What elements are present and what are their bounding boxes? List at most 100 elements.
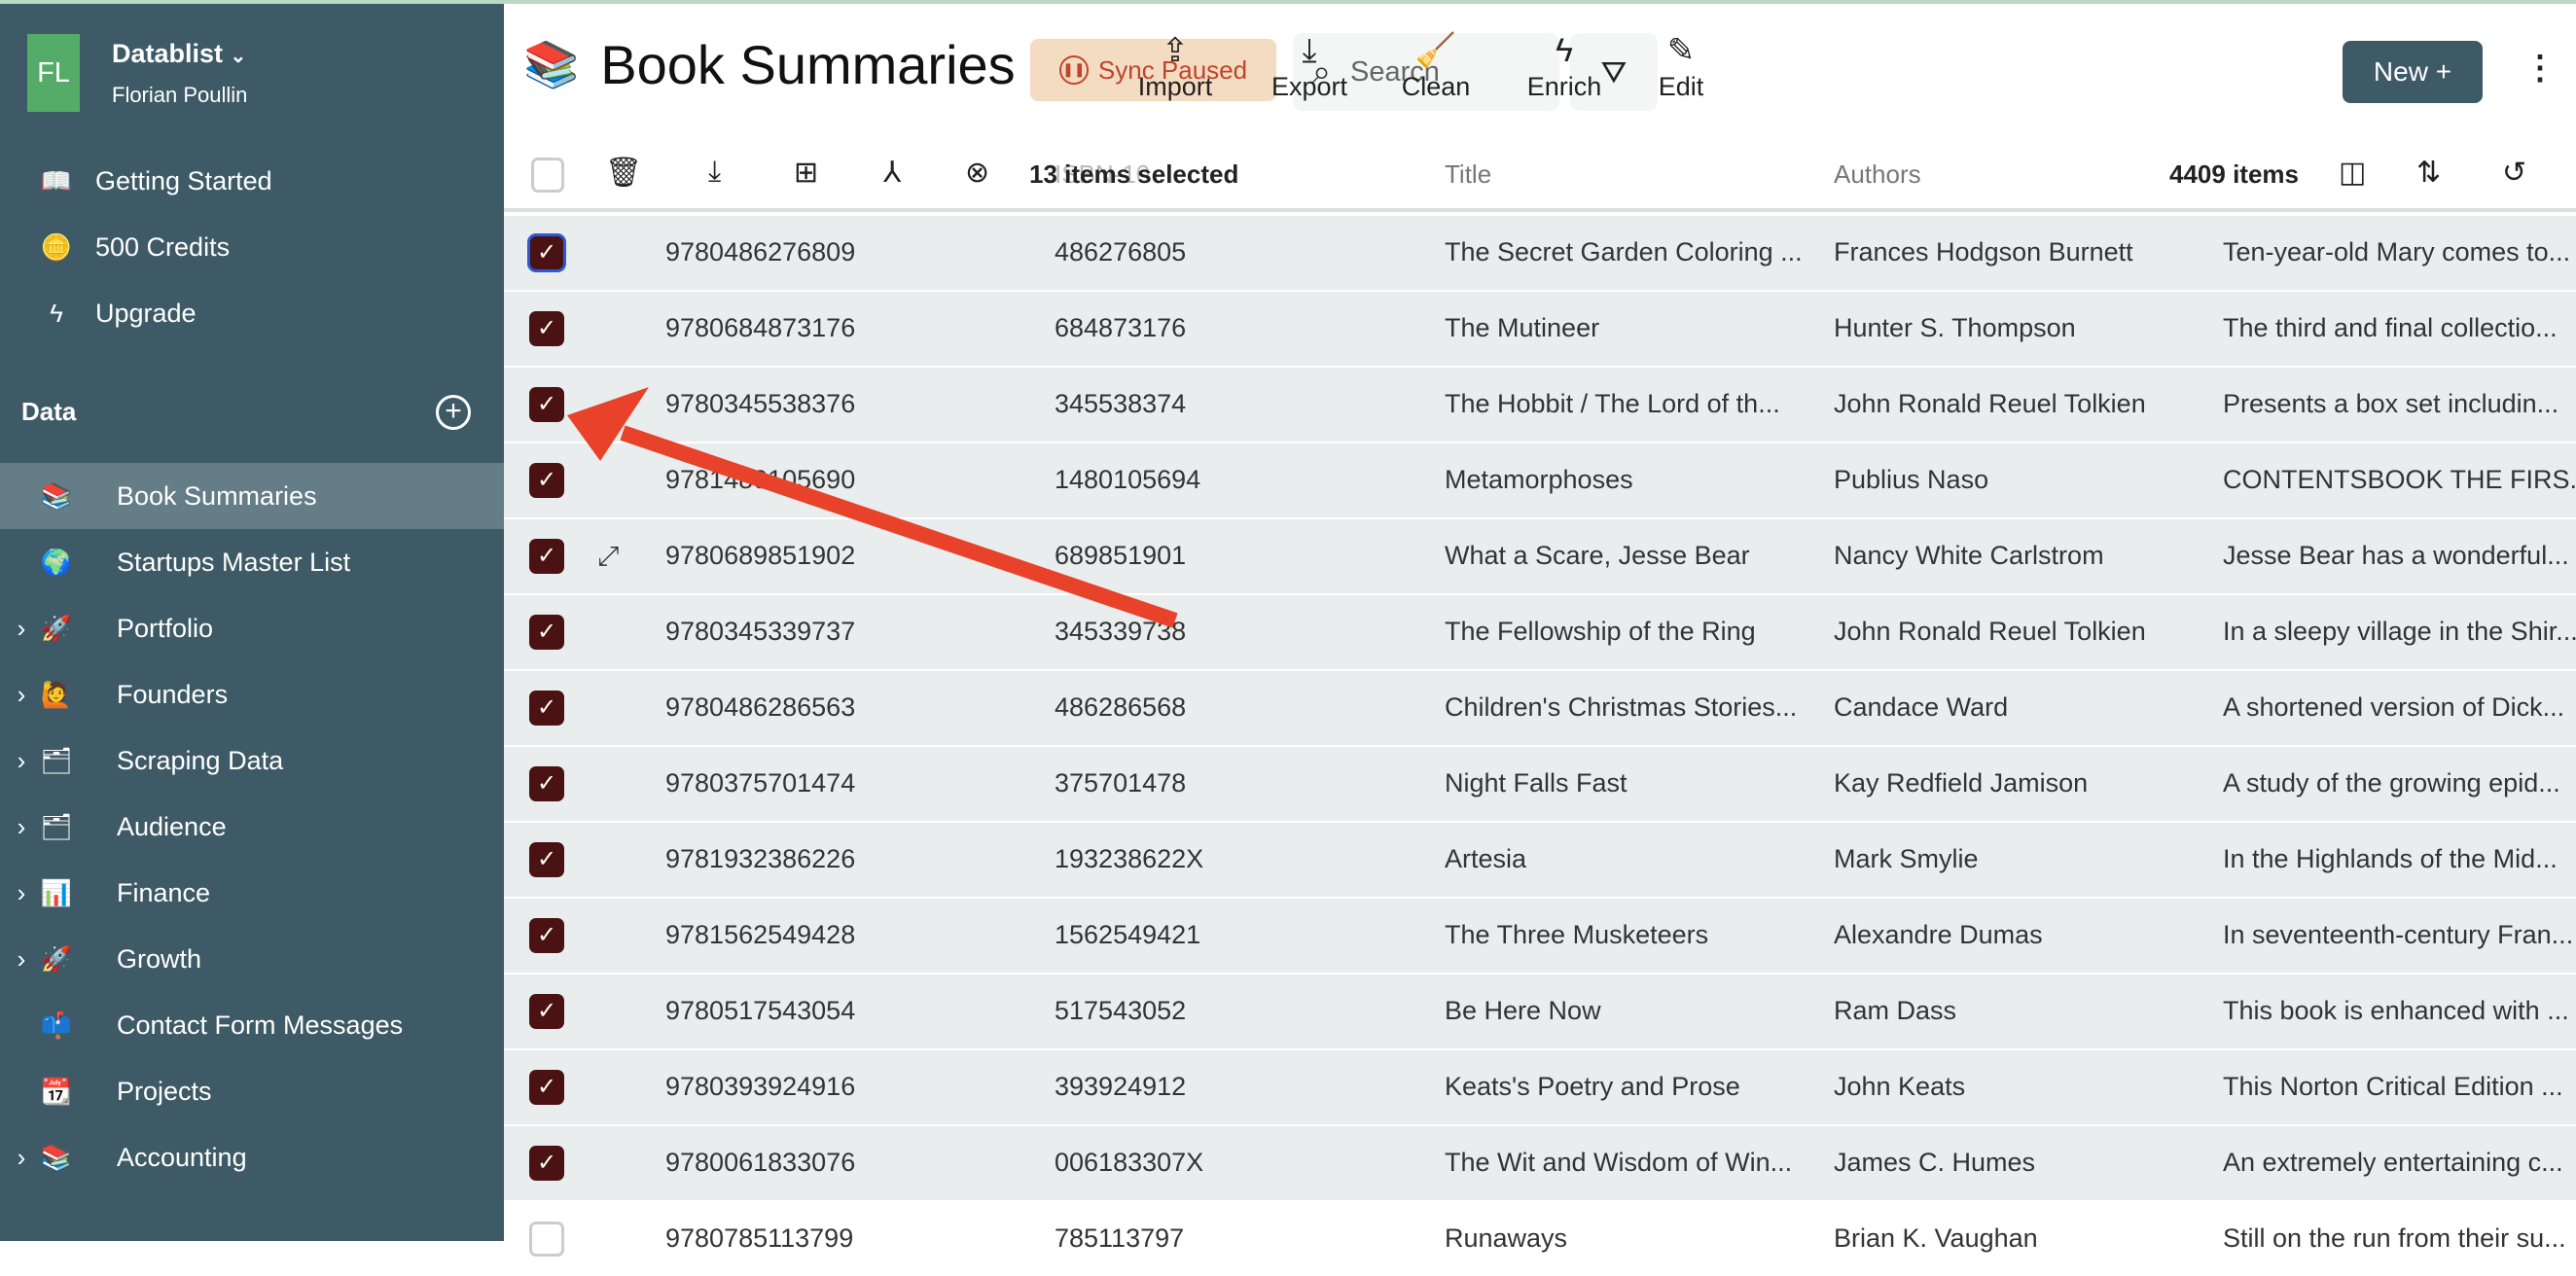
cell-isbn13: 9780684873176 (665, 313, 856, 342)
table-row[interactable]: ✓ ⤢ 9780689851902 689851901 What a Scare, Je… (504, 519, 2576, 593)
more-options-icon[interactable]: ⋮ (2523, 49, 2557, 88)
enrich-button[interactable]: ϟ Enrich (1511, 29, 1618, 102)
enrich-label: Enrich (1526, 72, 1602, 101)
new-button[interactable]: New + (2343, 41, 2483, 103)
cell-isbn10: 1562549421 (1055, 920, 1201, 949)
sidebar-dataset-growth[interactable]: › 🚀 Growth (0, 926, 504, 992)
table-row[interactable]: 9780785113799 785113797 Runaways Brian K. V… (504, 1202, 2576, 1276)
row-checkbox[interactable]: ✓ (529, 539, 564, 574)
column-header-authors[interactable]: Authors (1834, 160, 1921, 190)
cell-isbn10: 689851901 (1055, 541, 1187, 570)
select-all-checkbox[interactable] (531, 158, 564, 193)
chevron-right-icon: › (17, 679, 26, 709)
chevron-right-icon: › (17, 811, 26, 841)
table-toolbar: 🗑 ⤓ ⊞ ⅄ ⊗ ISBN-10 13 items selected Titl… (504, 140, 2576, 212)
sidebar-dataset-portfolio[interactable]: › 🚀 Portfolio (0, 595, 504, 661)
sidebar-dataset-scraping-data[interactable]: › 🗂 Scraping Data (0, 727, 504, 794)
dataset-label: Contact Form Messages (117, 1010, 404, 1040)
row-checkbox[interactable]: ✓ (527, 233, 566, 272)
coins-icon: 🪙 (40, 231, 73, 262)
sidebar-dataset-finance[interactable]: › 📊 Finance (0, 860, 504, 926)
cell-description: The third and final collectio... (2223, 313, 2558, 342)
import-button[interactable]: ⇪ Import (1122, 29, 1229, 102)
sort-icon[interactable]: ⇅ (2416, 156, 2441, 190)
sidebar-dataset-startups-master-list[interactable]: 🌍 Startups Master List (0, 529, 504, 595)
sidebar-dataset-accounting[interactable]: › 📚 Accounting (0, 1124, 504, 1190)
cell-isbn10: 345538374 (1055, 389, 1187, 418)
nav-item-upgrade[interactable]: ϟ Upgrade (0, 280, 504, 346)
row-checkbox[interactable]: ✓ (529, 387, 564, 422)
row-checkbox[interactable]: ✓ (529, 918, 564, 953)
edit-label: Edit (1658, 72, 1704, 101)
table-row[interactable]: ✓ 9780375701474 375701478 Night Falls Fast K… (504, 747, 2576, 821)
row-checkbox[interactable]: ✓ (529, 766, 564, 801)
table-row[interactable]: ✓ 9780345339737 345339738 The Fellowship of… (504, 595, 2576, 669)
table-row[interactable]: ✓ 9780345538376 345538374 The Hobbit / The … (504, 368, 2576, 442)
nav-item-label: Getting Started (95, 165, 272, 195)
cell-isbn13: 9780517543054 (665, 996, 856, 1025)
cell-description: Ten-year-old Mary comes to... (2223, 237, 2571, 266)
cell-authors: Candace Ward (1834, 692, 2009, 722)
main: 📚 Book Summaries ❚❚ Sync Paused ⌕ Search ⛛… (504, 0, 2576, 1276)
expand-icon[interactable]: ⤢ (597, 541, 619, 573)
table-row[interactable]: ✓ 9781932386226 193238622X Artesia Mark Smyl… (504, 823, 2576, 897)
table-row[interactable]: ✓ 9780393924916 393924912 Keats's Poetry an… (504, 1050, 2576, 1124)
row-checkbox[interactable]: ✓ (529, 463, 564, 498)
cell-title: The Hobbit / The Lord of th... (1445, 389, 1780, 418)
sidebar-dataset-book-summaries[interactable]: 📚 Book Summaries (0, 463, 504, 529)
row-checkbox[interactable]: ✓ (529, 842, 564, 877)
cloud-download-icon[interactable]: ⤓ (708, 156, 721, 189)
folder-plus-icon[interactable]: ⊞ (794, 156, 818, 190)
nav-item-getting-started[interactable]: 📖 Getting Started (0, 148, 504, 214)
cell-description: Still on the run from their su... (2223, 1223, 2566, 1253)
sidebar-dataset-contact-form-messages[interactable]: 📫 Contact Form Messages (0, 992, 504, 1058)
cell-title: The Fellowship of the Ring (1445, 617, 1756, 646)
cell-isbn13: 9781480105690 (665, 465, 856, 494)
cell-authors: Ram Dass (1834, 996, 1957, 1025)
row-checkbox[interactable]: ✓ (529, 1070, 564, 1105)
table-row[interactable]: ✓ 9780486286563 486286568 Children's Christ… (504, 671, 2576, 745)
columns-icon[interactable]: ◫ (2339, 156, 2366, 190)
book-icon: 📖 (40, 165, 73, 195)
sidebar-dataset-audience[interactable]: › 🗂 Audience (0, 794, 504, 860)
table-row[interactable]: ✓ 9780517543054 517543052 Be Here Now Ram Da… (504, 975, 2576, 1048)
edit-button[interactable]: ✎ Edit (1628, 29, 1735, 102)
sidebar-dataset-founders[interactable]: › 🙋 Founders (0, 661, 504, 727)
row-checkbox[interactable]: ✓ (529, 691, 564, 726)
cell-description: An extremely entertaining c... (2223, 1148, 2563, 1177)
item-count: 4409 items (2169, 160, 2299, 189)
table-row[interactable]: ✓ 9781562549428 1562549421 The Three Musket… (504, 899, 2576, 973)
row-checkbox[interactable]: ✓ (529, 994, 564, 1029)
export-label: Export (1270, 72, 1348, 101)
merge-icon[interactable]: ⅄ (883, 156, 901, 190)
column-header-title[interactable]: Title (1445, 160, 1491, 190)
workspace-switcher[interactable]: FL Datablist ⌄ Florian Poullin (27, 34, 247, 112)
row-checkbox[interactable] (529, 1222, 564, 1257)
row-checkbox[interactable]: ✓ (529, 615, 564, 650)
dataset-emoji-icon: 🗂 (40, 811, 73, 841)
table-row[interactable]: ✓ 9780061833076 006183307X The Wit and Wisd… (504, 1126, 2576, 1200)
dataset-emoji-icon: 📊 (40, 877, 73, 907)
pause-icon: ❚❚ (1058, 55, 1089, 85)
page-title: Book Summaries (600, 34, 1016, 95)
clean-button[interactable]: 🧹 Clean (1382, 29, 1489, 102)
add-dataset-icon[interactable]: + (436, 395, 471, 430)
trash-icon[interactable]: 🗑 (605, 156, 642, 190)
dataset-label: Founders (117, 679, 229, 709)
table-row[interactable]: ✓ 9780486276809 486276805 The Secret Garden… (504, 216, 2576, 290)
table-row[interactable]: ✓ 9781480105690 1480105694 Metamorphoses Pub… (504, 443, 2576, 517)
cell-authors: Nancy White Carlstrom (1834, 541, 2104, 570)
dataset-label: Growth (117, 943, 202, 974)
sidebar-dataset-projects[interactable]: 📆 Projects (0, 1058, 504, 1124)
cell-authors: Kay Redfield Jamison (1834, 768, 2089, 798)
deselect-icon[interactable]: ⊗ (965, 156, 989, 190)
row-checkbox[interactable]: ✓ (529, 311, 564, 346)
row-checkbox[interactable]: ✓ (529, 1146, 564, 1181)
cell-title: Keats's Poetry and Prose (1445, 1072, 1740, 1101)
history-icon[interactable]: ↺ (2502, 156, 2526, 190)
cell-isbn10: 785113797 (1055, 1223, 1185, 1253)
export-button[interactable]: ⤓ Export (1256, 29, 1363, 102)
table-row[interactable]: ✓ 9780684873176 684873176 The Mutineer Hunte… (504, 292, 2576, 366)
nav-item-500-credits[interactable]: 🪙 500 Credits (0, 214, 504, 280)
user-name: Florian Poullin (112, 82, 248, 107)
